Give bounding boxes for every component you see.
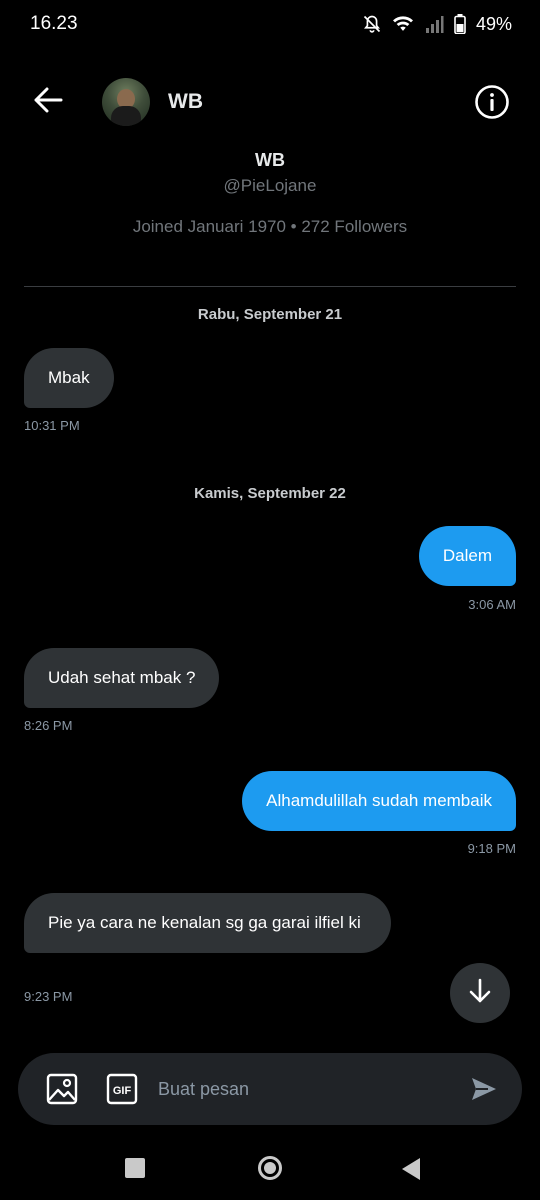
- system-navigation-bar: [0, 1140, 540, 1200]
- message-bubble-incoming[interactable]: Udah sehat mbak ?: [24, 648, 220, 708]
- avatar[interactable]: [102, 78, 150, 126]
- battery-percentage: 49%: [475, 13, 512, 34]
- message-timestamp: 9:18 PM: [467, 841, 516, 856]
- profile-name: WB: [255, 150, 285, 170]
- add-gif-button[interactable]: GIF: [106, 1073, 138, 1105]
- message-input[interactable]: [158, 1071, 458, 1107]
- message-bubble-incoming[interactable]: Mbak: [24, 348, 114, 408]
- status-icons: 49%: [362, 14, 512, 35]
- status-time: 16.23: [30, 13, 78, 34]
- signal-icon: [424, 14, 444, 34]
- info-icon: [474, 85, 510, 124]
- divider: [24, 286, 516, 287]
- back-arrow-icon: [33, 87, 63, 118]
- info-button[interactable]: [474, 84, 510, 120]
- message-bubble-outgoing[interactable]: Alhamdulillah sudah membaik: [242, 771, 516, 831]
- message-timestamp: 10:31 PM: [24, 418, 80, 433]
- date-separator: Rabu, September 21: [197, 306, 343, 323]
- back-button[interactable]: [30, 86, 66, 118]
- send-icon: [470, 1078, 498, 1107]
- image-icon: [46, 1073, 78, 1109]
- recent-apps-icon[interactable]: [125, 1158, 145, 1178]
- profile-summary: WB @PieLojane Joined Januari 1970 • 272 …: [0, 150, 540, 237]
- wifi-icon: [392, 14, 414, 34]
- conversation-header: WB: [0, 72, 540, 132]
- system-back-icon[interactable]: [402, 1158, 420, 1180]
- send-button[interactable]: [470, 1075, 498, 1103]
- message-timestamp: 3:06 AM: [468, 597, 516, 612]
- svg-text:GIF: GIF: [113, 1085, 132, 1097]
- date-separator: Kamis, September 22: [194, 485, 346, 502]
- status-bar: 16.23 49%: [0, 0, 540, 48]
- notifications-off-icon: [362, 14, 382, 34]
- profile-handle[interactable]: @PieLojane: [0, 176, 540, 198]
- profile-meta: Joined Januari 1970 • 272 Followers: [132, 217, 408, 236]
- message-bubble-incoming[interactable]: Pie ya cara ne kenalan sg ga garai ilfie…: [24, 893, 391, 953]
- message-composer: GIF: [18, 1053, 522, 1125]
- home-icon[interactable]: [258, 1156, 282, 1180]
- battery-icon: [454, 14, 466, 34]
- scroll-down-arrow-icon: [468, 978, 492, 1009]
- scroll-to-bottom-button[interactable]: [450, 963, 510, 1023]
- header-name[interactable]: WB: [168, 90, 203, 114]
- message-timestamp: 8:26 PM: [24, 718, 73, 733]
- message-bubble-outgoing[interactable]: Dalem: [418, 526, 516, 586]
- message-timestamp: 9:23 PM: [24, 989, 73, 1004]
- gif-icon: GIF: [106, 1073, 138, 1109]
- add-image-button[interactable]: [46, 1073, 78, 1105]
